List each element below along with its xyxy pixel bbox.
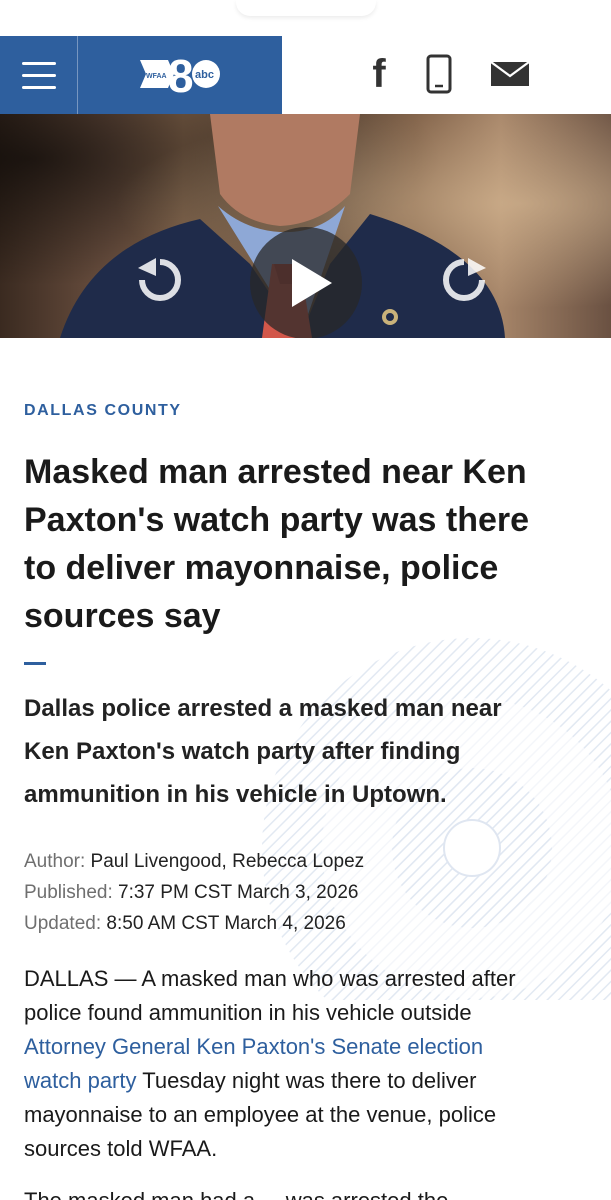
published-label: Published:	[24, 882, 113, 903]
mail-icon[interactable]	[487, 54, 533, 94]
body-line: sources told WFAA.	[24, 1136, 218, 1161]
summary-line: ammunition in his vehicle in Uptown.	[24, 781, 447, 808]
headline: Masked man arrested near Ken Paxton's wa…	[24, 448, 589, 640]
summary-line: Dallas police arrested a masked man near	[24, 695, 502, 722]
headline-line: to deliver mayonnaise, police	[24, 549, 499, 587]
published-row: Published: 7:37 PM CST March 3, 2026	[24, 877, 584, 908]
logo-number: 8	[168, 50, 194, 98]
facebook-icon[interactable]: f	[364, 52, 394, 96]
logo-wfaa-text: WFAA	[146, 73, 167, 80]
menu-icon-bar	[21, 85, 56, 89]
updated-date: 8:50 AM CST March 4, 2026	[106, 913, 346, 934]
body-line: Tuesday night was there to deliver	[136, 1068, 477, 1093]
header-actions: f	[282, 36, 611, 114]
body-line: mayonnaise to an employee at the venue, …	[24, 1102, 497, 1127]
play-icon[interactable]	[250, 227, 362, 338]
section-label[interactable]: DALLAS COUNTY	[24, 402, 182, 420]
body-line: DALLAS — A masked man who was arrested a…	[24, 966, 516, 991]
phone-icon[interactable]	[424, 54, 454, 94]
headline-line: sources say	[24, 597, 221, 635]
accent-bar	[24, 662, 46, 665]
article-body: DALLAS — A masked man who was arrested a…	[24, 962, 589, 1166]
author-label: Author:	[24, 851, 86, 872]
wfaa-logo[interactable]: WFAA 8 abc	[138, 50, 224, 102]
logo-network: abc	[195, 69, 214, 81]
body-line: police found ammunition in his vehicle o…	[24, 1000, 472, 1025]
author-names[interactable]: Paul Livengood, Rebecca Lopez	[91, 851, 365, 872]
link-text[interactable]: watch party	[24, 1068, 137, 1093]
forward-icon[interactable]	[438, 254, 490, 311]
video-player[interactable]	[0, 114, 611, 338]
article-summary: Dallas police arrested a masked man near…	[24, 687, 584, 816]
link-text[interactable]: Attorney General Ken Paxton's Senate ele…	[24, 1034, 483, 1059]
rewind-icon[interactable]	[134, 254, 186, 311]
menu-button[interactable]	[0, 36, 78, 114]
next-paragraph-partial: The masked man had a ... was arrested th…	[24, 1184, 589, 1200]
top-pill	[236, 0, 376, 16]
brand-block: WFAA 8 abc	[0, 36, 282, 114]
headline-line: Paxton's watch party was there	[24, 501, 530, 539]
updated-row: Updated: 8:50 AM CST March 4, 2026	[24, 908, 584, 939]
published-date: 7:37 PM CST March 3, 2026	[118, 882, 359, 903]
headline-line: Masked man arrested near Ken	[24, 453, 527, 491]
article-meta: Author: Paul Livengood, Rebecca Lopez Pu…	[24, 846, 584, 939]
author-row: Author: Paul Livengood, Rebecca Lopez	[24, 846, 584, 877]
menu-icon-bar	[21, 61, 56, 65]
site-header: WFAA 8 abc f	[0, 36, 611, 114]
updated-label: Updated:	[24, 913, 102, 934]
summary-line: Ken Paxton's watch party after finding	[24, 738, 461, 765]
menu-icon-bar	[21, 73, 56, 77]
